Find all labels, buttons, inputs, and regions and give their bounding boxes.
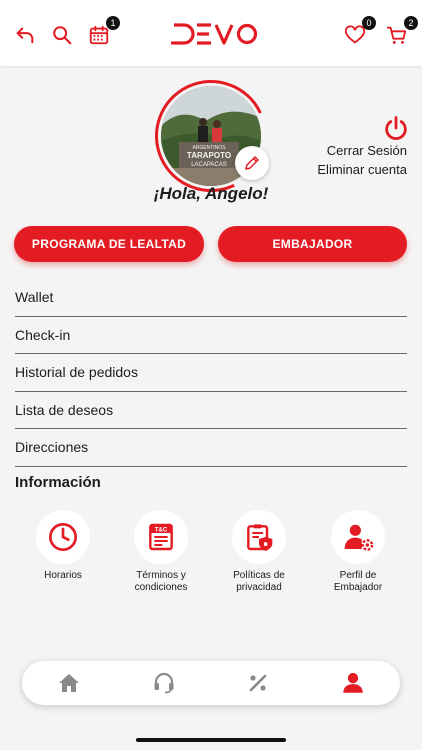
- menu-item-addresses[interactable]: Direcciones: [15, 429, 407, 467]
- bottom-navigation: [22, 661, 400, 705]
- cart-button[interactable]: 2: [384, 16, 418, 48]
- terms-badge-text: T&C: [155, 527, 168, 534]
- menu-item-order-history[interactable]: Historial de pedidos: [15, 354, 407, 392]
- devo-logo: [171, 23, 258, 45]
- power-icon[interactable]: [382, 114, 410, 142]
- tile-privacy-line2: privacidad: [236, 582, 282, 593]
- delete-account-link[interactable]: Eliminar cuenta: [317, 162, 407, 177]
- tile-privacy[interactable]: Políticas de privacidad: [214, 510, 304, 594]
- tile-ambassador-label: Perfil de Embajador: [313, 570, 403, 594]
- search-icon: [53, 26, 72, 45]
- top-bar: 1 0 2: [0, 0, 422, 66]
- calendar-button[interactable]: 1: [86, 16, 120, 48]
- wishlist-badge: 0: [362, 16, 376, 30]
- terms-document-icon: T&C: [149, 523, 173, 551]
- nav-promotions[interactable]: [245, 670, 271, 696]
- loyalty-program-button[interactable]: PROGRAMA DE LEALTAD: [14, 226, 204, 262]
- tile-schedule-line1: Horarios: [44, 570, 82, 581]
- headset-icon: [154, 672, 174, 694]
- percent-icon: [249, 674, 267, 692]
- tile-privacy-label: Políticas de privacidad: [214, 570, 304, 594]
- menu-item-check-in[interactable]: Check-in: [15, 317, 407, 354]
- account-menu: Wallet Check-in Historial de pedidos Lis…: [15, 279, 407, 467]
- tile-schedule-label: Horarios: [18, 570, 108, 582]
- profile-avatar-container: ARGENTINOS TARAPOTO LACAPACAS: [139, 64, 283, 208]
- tile-schedule-circle: [36, 510, 90, 564]
- tile-terms-line2: condiciones: [134, 582, 188, 593]
- user-icon: [343, 672, 363, 693]
- tile-ambassador-circle: [331, 510, 385, 564]
- greeting: ¡Hola, Angelo!: [153, 184, 269, 203]
- tile-terms-label: Términos y condiciones: [116, 570, 206, 594]
- edit-avatar-button[interactable]: [235, 146, 269, 180]
- sign-text-mid: TARAPOTO: [187, 151, 231, 160]
- ambassador-button[interactable]: EMBAJADOR: [218, 226, 407, 262]
- nav-support[interactable]: [151, 670, 177, 696]
- info-section-title: Información: [15, 474, 101, 491]
- tile-terms-circle: T&C: [134, 510, 188, 564]
- back-button[interactable]: [12, 22, 38, 48]
- ambassador-profile-icon: [344, 524, 374, 551]
- back-arrow-icon: [16, 27, 34, 44]
- home-indicator: [136, 738, 286, 742]
- tile-terms-line1: Términos y: [136, 570, 186, 581]
- home-icon: [59, 674, 79, 692]
- sign-text-bot: LACAPACAS: [191, 162, 227, 168]
- logout-link[interactable]: Cerrar Sesión: [327, 143, 407, 158]
- cart-badge: 2: [404, 16, 418, 30]
- nav-profile[interactable]: [340, 670, 366, 696]
- wishlist-button[interactable]: 0: [342, 16, 376, 48]
- screen: 1 0 2 ARGENTINOS TARAPOTO LACAPACAS ¡Hol…: [0, 0, 422, 750]
- menu-item-wishlist[interactable]: Lista de deseos: [15, 392, 407, 429]
- tile-privacy-line1: Políticas de: [233, 570, 285, 581]
- tile-schedule[interactable]: Horarios: [18, 510, 108, 582]
- tile-ambassador-line2: Embajador: [333, 582, 383, 593]
- search-button[interactable]: [49, 22, 75, 48]
- calendar-badge: 1: [106, 16, 120, 30]
- tile-terms[interactable]: T&C Términos y condiciones: [116, 510, 206, 594]
- tile-privacy-circle: [232, 510, 286, 564]
- privacy-shield-icon: [247, 524, 273, 551]
- tile-ambassador-line1: Perfil de: [339, 570, 377, 581]
- menu-item-wallet[interactable]: Wallet: [15, 279, 407, 317]
- tile-ambassador-profile[interactable]: Perfil de Embajador: [313, 510, 403, 594]
- pencil-icon: [245, 156, 259, 170]
- clock-icon: [49, 523, 77, 551]
- nav-home[interactable]: [56, 670, 82, 696]
